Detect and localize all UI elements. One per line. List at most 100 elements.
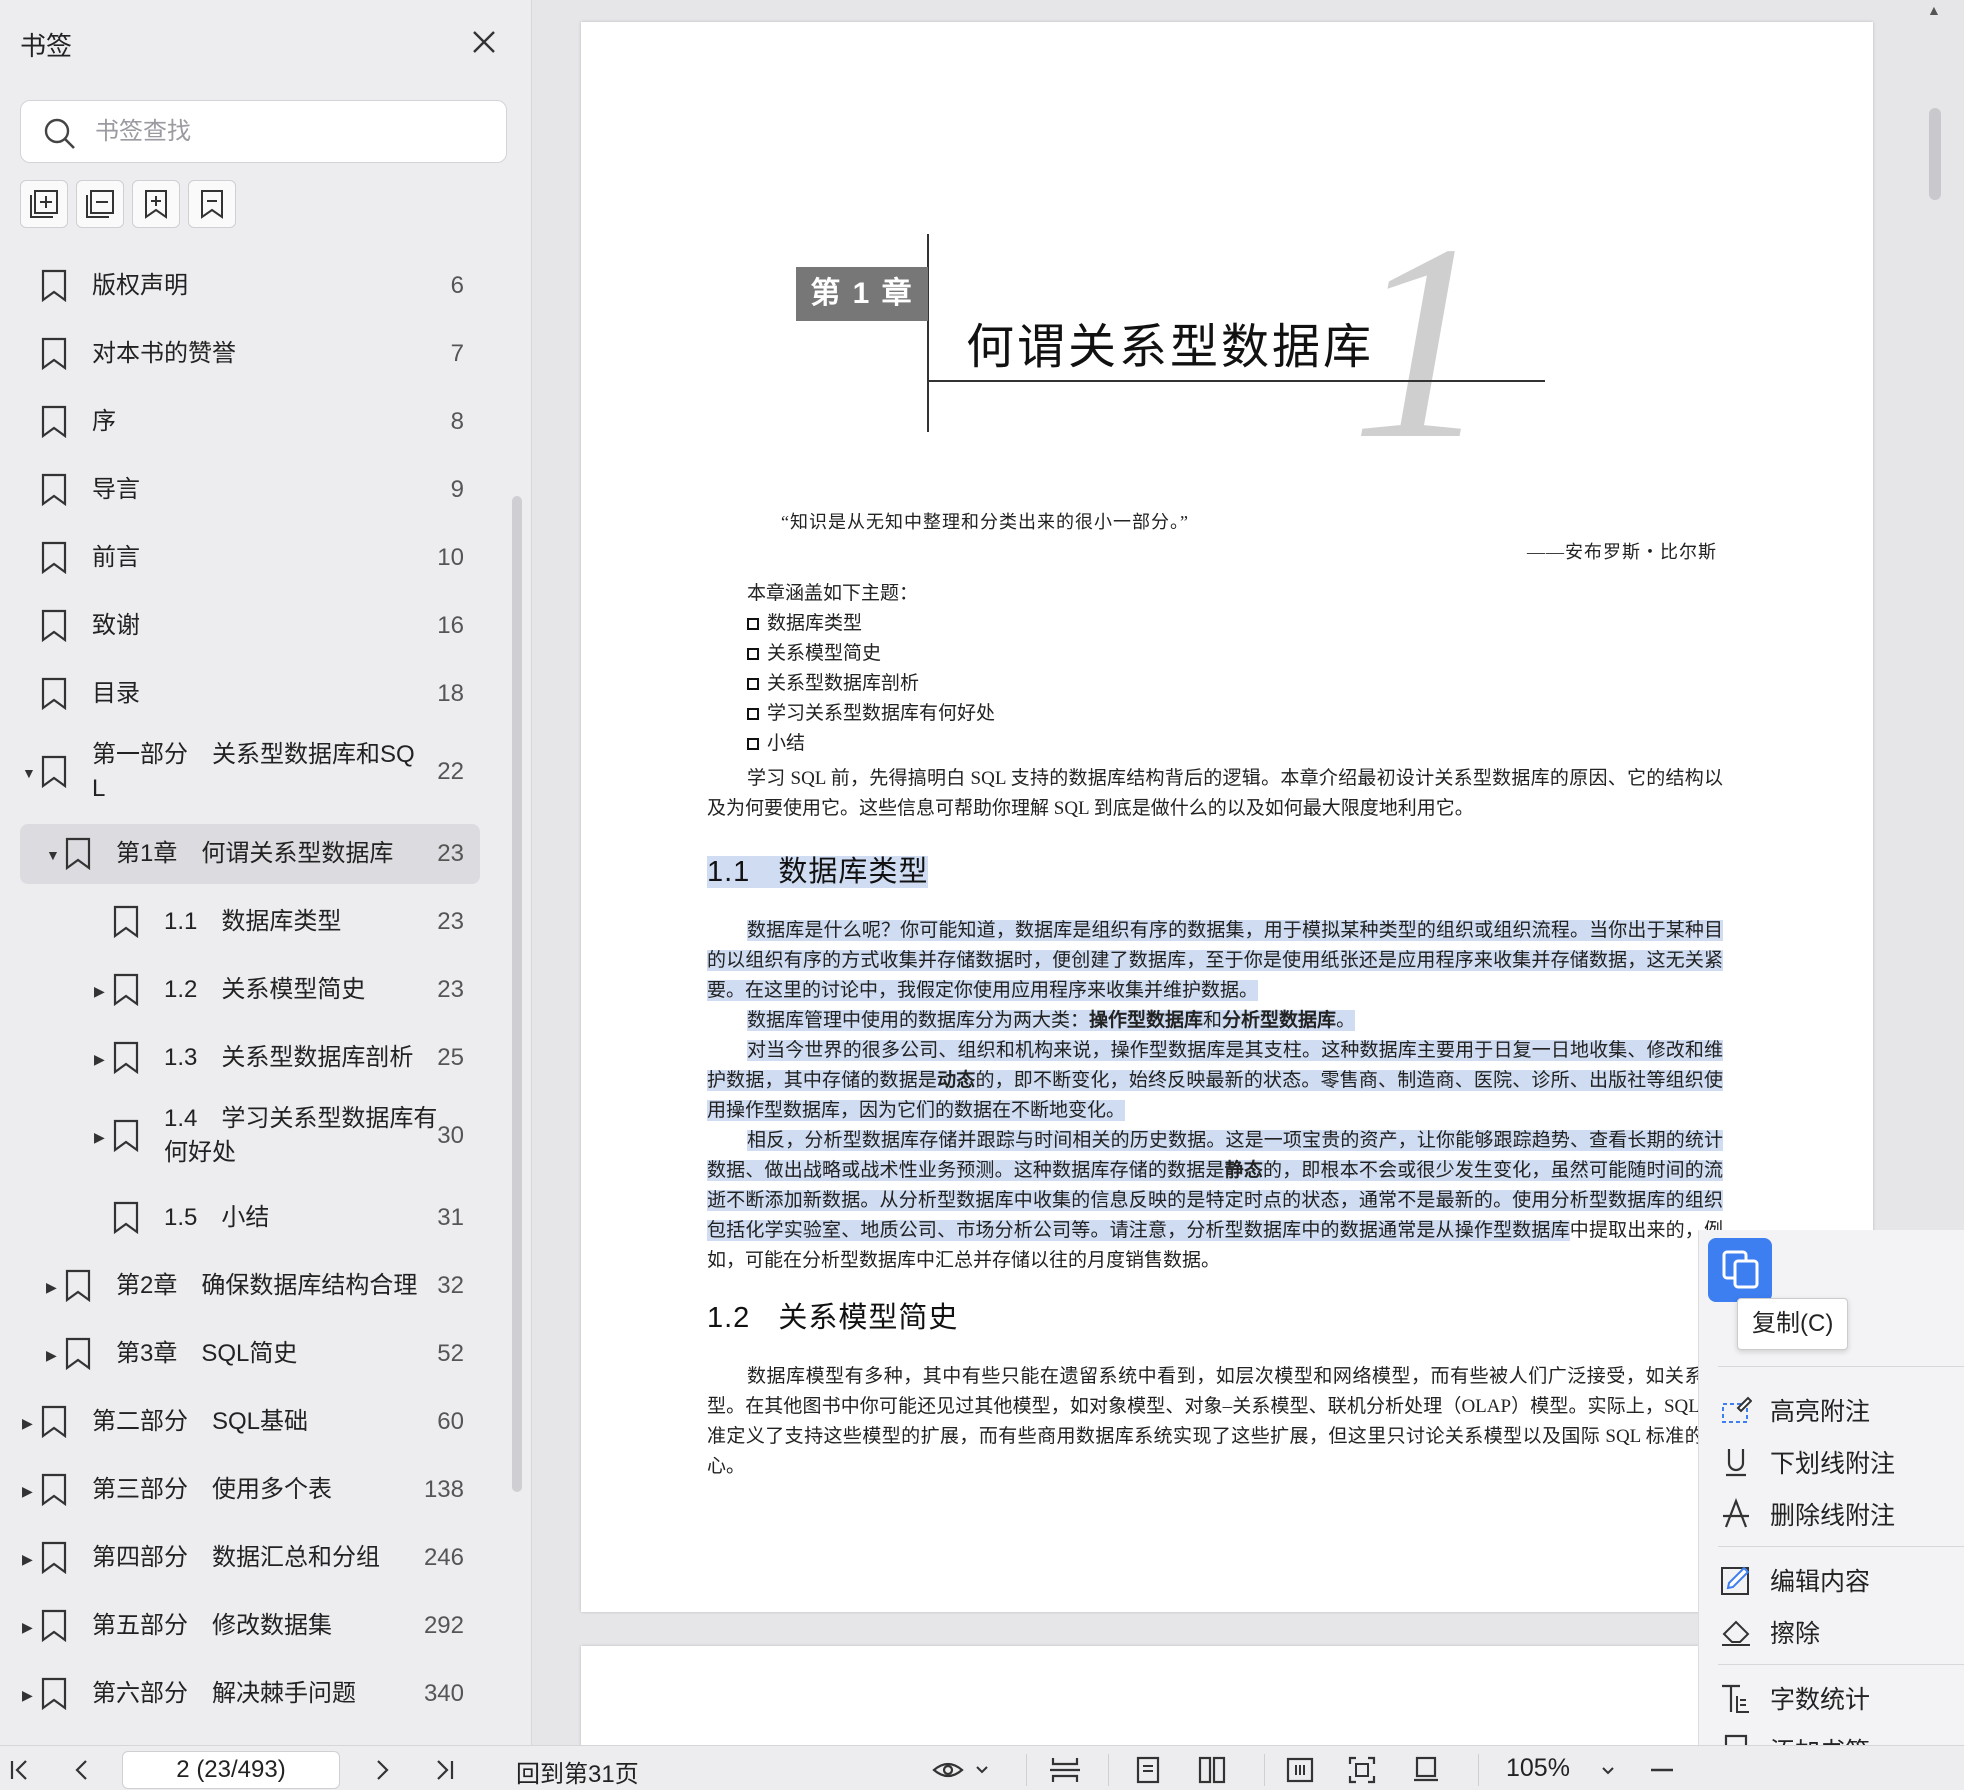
toc-item-page: 16 xyxy=(437,612,464,639)
toc-item[interactable]: ▶ 第二部分 SQL基础 60 xyxy=(20,1392,480,1452)
toc-item[interactable]: 前言 10 xyxy=(20,528,480,588)
zoom-level[interactable]: 105% xyxy=(1506,1754,1570,1783)
underline-annotation-item[interactable]: 下划线附注 xyxy=(1718,1440,1964,1484)
caret-right-icon[interactable]: ▶ xyxy=(46,1279,60,1295)
paragraph-text: 。 xyxy=(1336,1010,1356,1031)
page-frame-icon xyxy=(1414,1756,1438,1782)
reading-mode-button[interactable] xyxy=(932,1756,992,1784)
toc-item-page: 23 xyxy=(437,908,464,935)
previous-page-button[interactable] xyxy=(68,1756,96,1784)
section-heading-1-1: 1.1 数据库类型 xyxy=(707,848,929,890)
menu-item-label: 擦除 xyxy=(1770,1620,1821,1648)
toc-item[interactable]: ▶ 第六部分 解决棘手问题 340 xyxy=(20,1664,480,1724)
caret-right-icon[interactable]: ▶ xyxy=(46,1347,60,1363)
toc-item[interactable]: ▶ 1.4 学习关系型数据库有 何好处 30 xyxy=(20,1096,480,1176)
caret-down-icon[interactable]: ▼ xyxy=(22,765,36,781)
toc-item[interactable]: 序8 xyxy=(20,392,480,452)
highlight-annotation-item[interactable]: 高亮附注 xyxy=(1718,1388,1964,1432)
document-page[interactable]: 1 第 1 章 何谓关系型数据库 “知识是从无知中整理和分类出来的很小一部分。”… xyxy=(581,22,1873,1612)
toc-item-label: 1.3 关系型数据库剖析 xyxy=(164,1044,414,1071)
close-icon[interactable] xyxy=(468,26,500,58)
caret-right-icon[interactable]: ▶ xyxy=(94,1129,108,1145)
caret-right-icon[interactable]: ▶ xyxy=(94,983,108,999)
menu-separator xyxy=(1718,1664,1964,1665)
toc-item[interactable]: ▶ 1.2 关系模型简史 23 xyxy=(20,960,480,1020)
menu-separator xyxy=(1718,1366,1964,1367)
toc-item[interactable]: 导言 9 xyxy=(20,460,480,520)
toc-item[interactable]: ▶ 第3章 SQL简史 52 xyxy=(20,1324,480,1384)
scroll-up-arrow[interactable]: ▲ xyxy=(1927,2,1941,18)
toc-item[interactable]: ▶ 第五部分 修改数据集 292 xyxy=(20,1596,480,1656)
caret-right-icon[interactable]: ▶ xyxy=(22,1483,36,1499)
page-scroll-icon xyxy=(1050,1758,1080,1782)
remove-bookmark-button[interactable] xyxy=(188,180,236,228)
fit-width-button[interactable] xyxy=(1286,1756,1314,1784)
single-page-button[interactable] xyxy=(1134,1756,1162,1784)
toc-item-label: 1.1 数据库类型 xyxy=(164,908,342,935)
caret-right-icon[interactable]: ▶ xyxy=(22,1415,36,1431)
zoom-out-button[interactable] xyxy=(1648,1756,1676,1784)
caret-right-icon[interactable]: ▶ xyxy=(22,1619,36,1635)
edit-content-item[interactable]: 编辑内容 xyxy=(1718,1558,1964,1602)
erase-item[interactable]: 擦除 xyxy=(1718,1610,1964,1654)
toc-item-page: 23 xyxy=(437,840,464,867)
toc-item[interactable]: 版权声明 6 xyxy=(20,256,480,316)
go-back-to-page-link[interactable]: 回到第31页 xyxy=(516,1754,639,1789)
expand-all-button[interactable] xyxy=(20,180,68,228)
caret-right-icon[interactable]: ▶ xyxy=(22,1551,36,1567)
first-page-button[interactable] xyxy=(6,1756,34,1784)
caret-right-icon[interactable]: ▶ xyxy=(94,1051,108,1067)
toc-item[interactable]: 1.1 数据库类型 23 xyxy=(20,892,480,952)
topic-label: 关系模型简史 xyxy=(767,643,882,664)
menu-separator xyxy=(1718,1546,1964,1547)
document-scrollbar[interactable] xyxy=(1929,108,1941,200)
menu-item-label: 下划线附注 xyxy=(1770,1450,1896,1478)
toc-item[interactable]: ▶ 第四部分 数据汇总和分组 246 xyxy=(20,1528,480,1588)
toc-item-page: 138 xyxy=(423,1476,464,1503)
bookmark-icon xyxy=(41,755,67,789)
next-document-page[interactable] xyxy=(581,1646,1873,1756)
toc-item[interactable]: ▼ 第一部分 关系型数据库和SQ L 22 xyxy=(20,732,480,812)
strikethrough-annotation-item[interactable]: 删除线附注 xyxy=(1718,1492,1964,1536)
copy-button[interactable] xyxy=(1708,1238,1772,1302)
toc-item[interactable]: ▶ 1.3 关系型数据库剖析 25 xyxy=(20,1028,480,1088)
term-text: 操作型数据库 xyxy=(1089,1010,1204,1031)
epigraph-quote: “知识是从无知中整理和分类出来的很小一部分。” xyxy=(781,512,1189,532)
bookmark-icon xyxy=(41,405,67,439)
toc-item[interactable]: 1.5 小结 31 xyxy=(20,1188,480,1248)
collapse-all-button[interactable] xyxy=(76,180,124,228)
caret-right-icon[interactable]: ▶ xyxy=(22,1687,36,1703)
fit-page-icon xyxy=(1348,1756,1376,1784)
crop-page-button[interactable] xyxy=(1412,1756,1440,1784)
bookmark-icon xyxy=(65,1337,91,1371)
epigraph-author: ——安布罗斯・比尔斯 xyxy=(1527,542,1717,562)
page-number-input[interactable] xyxy=(122,1751,340,1789)
caret-down-icon[interactable]: ▼ xyxy=(46,847,60,863)
toc-item-page: 30 xyxy=(437,1122,464,1149)
two-page-button[interactable] xyxy=(1198,1756,1226,1784)
toc-item-label: 对本书的赞誉 xyxy=(92,340,236,367)
section-heading-1-2: 1.2 关系模型简史 xyxy=(707,1294,958,1336)
toc-item[interactable]: ▶ 第三部分 使用多个表 138 xyxy=(20,1460,480,1520)
toc-item[interactable]: ▼ 第1章 何谓关系型数据库 23 xyxy=(20,824,480,884)
toc-item[interactable]: ▶ 第2章 确保数据库结构合理 32 xyxy=(20,1256,480,1316)
zoom-dropdown-button[interactable] xyxy=(1594,1756,1622,1784)
fit-page-button[interactable] xyxy=(1348,1756,1376,1784)
add-bookmark-button[interactable] xyxy=(132,180,180,228)
sidebar-scrollbar[interactable] xyxy=(512,496,522,1492)
toc-item-label: 致谢 xyxy=(92,612,140,639)
eye-icon xyxy=(932,1762,988,1778)
bookmark-icon xyxy=(41,1473,67,1507)
bookmark-icon xyxy=(113,1201,139,1235)
word-count-item[interactable]: 字数统计 xyxy=(1718,1676,1964,1720)
bookmark-sidebar: 书签 版权声明6对本书的赞誉7序8导言9前言10致谢16目录18▼第一部分 关系… xyxy=(0,0,532,1745)
next-page-button[interactable] xyxy=(368,1756,396,1784)
toc-item[interactable]: 对本书的赞誉 7 xyxy=(20,324,480,384)
bookmark-search-input[interactable] xyxy=(95,111,485,153)
bookmark-remove-icon xyxy=(201,190,223,219)
toc-item[interactable]: 致谢 16 xyxy=(20,596,480,656)
toc-item[interactable]: 目录 18 xyxy=(20,664,480,724)
last-page-button[interactable] xyxy=(430,1756,458,1784)
continuous-scroll-button[interactable] xyxy=(1048,1756,1084,1784)
bookmark-search-box[interactable] xyxy=(20,100,507,163)
